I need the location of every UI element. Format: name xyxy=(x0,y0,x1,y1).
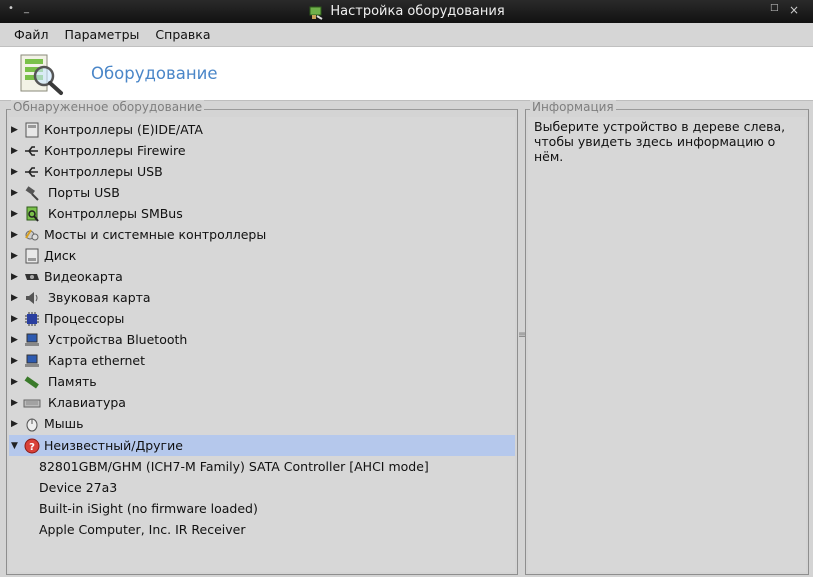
tree-item-cpu[interactable]: ▶ Процессоры xyxy=(9,308,515,329)
window-menu-button[interactable]: • xyxy=(8,3,14,14)
expand-arrow-icon[interactable]: ▶ xyxy=(11,209,21,219)
child-item-label: Device 27a3 xyxy=(39,480,118,495)
child-item-label: 82801GBM/GHM (ICH7-M Family) SATA Contro… xyxy=(39,459,429,474)
speaker-icon xyxy=(26,291,38,304)
tree-item-ide[interactable]: ▶ Контроллеры (E)IDE/ATA xyxy=(9,119,515,140)
page-title: Оборудование xyxy=(91,64,218,83)
disk-icon xyxy=(25,248,39,263)
tree-child-item[interactable]: 82801GBM/GHM (ICH7-M Family) SATA Contro… xyxy=(9,456,515,477)
window-title: Настройка оборудования xyxy=(330,4,505,19)
usb-icon xyxy=(25,166,38,177)
video-card-icon xyxy=(25,273,39,280)
info-frame: Информация Выберите устройство в дереве … xyxy=(525,100,809,575)
tree-item-label: Контроллеры Firewire xyxy=(44,143,186,158)
expand-arrow-icon[interactable]: ▶ xyxy=(11,314,21,324)
hardware-tree[interactable]: ▶ Контроллеры (E)IDE/ATA ▶ Контроллеры F… xyxy=(9,117,515,572)
info-text-line: Выберите устройство в дереве слева, xyxy=(534,119,786,134)
expand-arrow-icon[interactable]: ▶ xyxy=(11,146,21,156)
tree-item-ethernet[interactable]: ▶ Карта ethernet xyxy=(9,350,515,371)
tree-item-label: Мосты и системные контроллеры xyxy=(44,227,267,242)
smbus-icon xyxy=(26,206,39,222)
close-button[interactable]: × xyxy=(789,3,799,17)
tree-item-firewire[interactable]: ▶ Контроллеры Firewire xyxy=(9,140,515,161)
expand-arrow-icon[interactable]: ▶ xyxy=(11,272,21,282)
detected-hardware-frame: Обнаруженное оборудование ▶ Контроллеры … xyxy=(6,100,518,575)
keyboard-icon xyxy=(23,399,41,407)
hardware-search-icon xyxy=(20,54,63,95)
bluetooth-computer-icon xyxy=(25,333,39,346)
collapse-arrow-icon[interactable]: ▼ xyxy=(11,441,21,451)
expand-arrow-icon[interactable]: ▶ xyxy=(11,167,21,177)
tree-item-smbus[interactable]: ▶ Контроллеры SMBus xyxy=(9,203,515,224)
tree-item-label: Видеокарта xyxy=(44,269,123,284)
tree-item-bridges[interactable]: ▶ Мосты и системные контроллеры xyxy=(9,224,515,245)
tree-item-label: Контроллеры USB xyxy=(44,164,163,179)
expand-arrow-icon[interactable]: ▶ xyxy=(11,335,21,345)
tree-item-label: Клавиатура xyxy=(48,395,126,410)
tree-child-item[interactable]: Device 27a3 xyxy=(9,477,515,498)
pane-splitter[interactable]: ≡ xyxy=(518,330,526,346)
menu-file[interactable]: Файл xyxy=(6,27,57,42)
cpu-icon xyxy=(25,311,39,326)
menu-settings[interactable]: Параметры xyxy=(57,27,148,42)
tree-child-item[interactable]: Apple Computer, Inc. IR Receiver xyxy=(9,519,515,540)
ide-controller-icon xyxy=(25,122,39,137)
firewire-icon xyxy=(25,145,38,156)
tree-item-unknown[interactable]: ▼ ? Неизвестный/Другие xyxy=(9,435,515,456)
tree-item-label: Диск xyxy=(44,248,77,263)
expand-arrow-icon[interactable]: ▶ xyxy=(11,188,21,198)
tree-item-usb-controllers[interactable]: ▶ Контроллеры USB xyxy=(9,161,515,182)
header-banner: Оборудование xyxy=(0,47,813,101)
tree-item-label: Память xyxy=(48,374,97,389)
network-computer-icon xyxy=(25,354,39,367)
hardware-app-icon xyxy=(309,6,323,20)
tree-child-item[interactable]: Built-in iSight (no firmware loaded) xyxy=(9,498,515,519)
expand-arrow-icon[interactable]: ▶ xyxy=(11,356,21,366)
title-bar: • _ Настройка оборудования □ × xyxy=(0,0,813,23)
memory-icon xyxy=(24,375,39,388)
svg-text:?: ? xyxy=(29,442,35,453)
tree-item-label: Мышь xyxy=(44,416,84,431)
tree-item-memory[interactable]: ▶ Память xyxy=(9,371,515,392)
expand-arrow-icon[interactable]: ▶ xyxy=(11,251,21,261)
mouse-icon xyxy=(26,418,38,431)
unknown-device-icon: ? xyxy=(24,438,40,453)
menu-help[interactable]: Справка xyxy=(147,27,218,42)
tree-item-sound[interactable]: ▶ Звуковая карта xyxy=(9,287,515,308)
expand-arrow-icon[interactable]: ▶ xyxy=(11,125,21,135)
expand-arrow-icon[interactable]: ▶ xyxy=(11,293,21,303)
expand-arrow-icon[interactable]: ▶ xyxy=(11,230,21,240)
info-text-line: чтобы увидеть здесь информацию о нём. xyxy=(534,134,776,164)
bridge-icon xyxy=(25,228,39,240)
tree-item-mouse[interactable]: ▶ Мышь xyxy=(9,413,515,434)
tree-item-label: Неизвестный/Другие xyxy=(44,438,183,453)
tree-item-disk[interactable]: ▶ Диск xyxy=(9,245,515,266)
expand-arrow-icon[interactable]: ▶ xyxy=(11,377,21,387)
tree-item-usb-ports[interactable]: ▶ Порты USB xyxy=(9,182,515,203)
tree-item-label: Устройства Bluetooth xyxy=(48,332,188,347)
maximize-button[interactable]: □ xyxy=(770,3,779,13)
tree-item-label: Процессоры xyxy=(44,311,125,326)
usb-port-icon xyxy=(25,185,39,201)
expand-arrow-icon[interactable]: ▶ xyxy=(11,398,21,408)
child-item-label: Built-in iSight (no firmware loaded) xyxy=(39,501,258,516)
tree-item-label: Порты USB xyxy=(48,185,120,200)
menu-bar: Файл Параметры Справка xyxy=(0,23,813,47)
tree-item-label: Карта ethernet xyxy=(48,353,146,368)
child-item-label: Apple Computer, Inc. IR Receiver xyxy=(39,522,246,537)
tree-item-label: Звуковая карта xyxy=(48,290,151,305)
tree-item-keyboard[interactable]: ▶ Клавиатура xyxy=(9,392,515,413)
tree-item-label: Контроллеры SMBus xyxy=(48,206,183,221)
info-legend: Информация xyxy=(530,100,616,114)
info-panel: Выберите устройство в дереве слева, чтоб… xyxy=(528,117,806,572)
tree-item-bluetooth[interactable]: ▶ Устройства Bluetooth xyxy=(9,329,515,350)
detected-hardware-legend: Обнаруженное оборудование xyxy=(11,100,205,114)
minimize-button[interactable]: _ xyxy=(24,3,29,14)
tree-item-video[interactable]: ▶ Видеокарта xyxy=(9,266,515,287)
expand-arrow-icon[interactable]: ▶ xyxy=(11,419,21,429)
tree-item-label: Контроллеры (E)IDE/ATA xyxy=(44,122,203,137)
